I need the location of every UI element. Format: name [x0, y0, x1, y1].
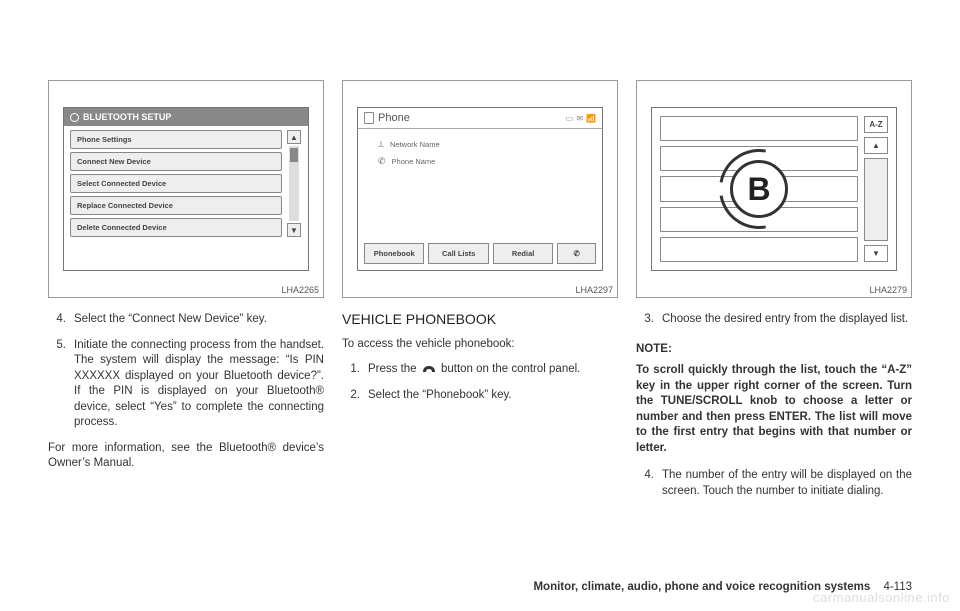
- step-2: 2. Select the “Phonebook” key.: [342, 388, 618, 404]
- scroll-up-icon: ▲: [864, 137, 888, 154]
- gear-icon: [70, 113, 79, 122]
- az-key: A-Z: [864, 116, 888, 133]
- tune-scroll-knob: B: [730, 160, 788, 218]
- bt-menu-item: Select Connected Device: [70, 174, 282, 193]
- step-3: 3. Choose the desired entry from the dis…: [636, 312, 912, 328]
- battery-icon: ▭: [566, 114, 574, 123]
- bt-menu-item: Phone Settings: [70, 130, 282, 149]
- bt-menu-item: Delete Connected Device: [70, 218, 282, 237]
- redial-button: Redial: [493, 243, 553, 264]
- scroll-down-icon: ▼: [864, 245, 888, 262]
- antenna-icon: ⟂: [378, 139, 384, 150]
- scroll-down-icon: ▼: [287, 223, 301, 237]
- step-number: 2.: [342, 388, 360, 404]
- step-text: Select the “Connect New Device” key.: [74, 312, 324, 328]
- phone-title: Phone: [378, 112, 410, 124]
- phone-button-icon: [420, 363, 438, 375]
- az-screen: B A-Z ▲ ▼: [651, 107, 897, 271]
- figure-phone: Phone ▭ ✉ 📶 ⟂ Network Name ✆ Ph: [342, 80, 618, 298]
- scroll-up-icon: ▲: [287, 130, 301, 144]
- bt-menu-item: Connect New Device: [70, 152, 282, 171]
- step-text: Press the button on the control panel.: [368, 362, 618, 378]
- step-number: 4.: [48, 312, 66, 328]
- figure-label: LHA2279: [869, 285, 907, 295]
- step-4b: 4. The number of the entry will be displ…: [636, 468, 912, 499]
- intro-text: To access the vehicle phonebook:: [342, 337, 618, 353]
- call-lists-button: Call Lists: [428, 243, 488, 264]
- call-button: ✆: [557, 243, 596, 264]
- knob-letter: B: [747, 171, 770, 208]
- step-text: Initiate the connecting process from the…: [74, 338, 324, 431]
- message-icon: ✉: [576, 114, 583, 123]
- bt-menu-item: Replace Connected Device: [70, 196, 282, 215]
- section-heading: VEHICLE PHONEBOOK: [342, 310, 618, 329]
- handset-icon: ✆: [378, 156, 386, 167]
- step-number: 4.: [636, 468, 654, 499]
- phone-screen: Phone ▭ ✉ 📶 ⟂ Network Name ✆ Ph: [357, 107, 603, 271]
- step-number: 5.: [48, 338, 66, 431]
- note-body: To scroll quickly through the list, touc…: [636, 363, 912, 456]
- step-4: 4. Select the “Connect New Device” key.: [48, 312, 324, 328]
- step-number: 3.: [636, 312, 654, 328]
- bt-screen-title: BLUETOOTH SETUP: [64, 108, 308, 126]
- figure-az-list: B A-Z ▲ ▼ LHA2279: [636, 80, 912, 298]
- figure-label: LHA2297: [575, 285, 613, 295]
- scrollbar: ▲ ▼: [286, 130, 302, 237]
- figure-bluetooth-setup: BLUETOOTH SETUP Phone Settings Connect N…: [48, 80, 324, 298]
- signal-icon: 📶: [586, 114, 596, 123]
- status-icons: ▭ ✉ 📶: [566, 114, 596, 123]
- phone-device-icon: [364, 112, 374, 124]
- step-text: The number of the entry will be displaye…: [662, 468, 912, 499]
- scrollbar-track: [864, 158, 888, 241]
- network-name-label: Network Name: [390, 140, 440, 149]
- step-5: 5. Initiate the connecting process from …: [48, 338, 324, 431]
- bt-title-text: BLUETOOTH SETUP: [83, 112, 171, 122]
- note-label: NOTE:: [636, 342, 912, 358]
- watermark: carmanualsonline.info: [813, 590, 950, 605]
- figure-label: LHA2265: [281, 285, 319, 295]
- step-1: 1. Press the button on the control panel…: [342, 362, 618, 378]
- bt-screen: BLUETOOTH SETUP Phone Settings Connect N…: [63, 107, 309, 271]
- phonebook-button: Phonebook: [364, 243, 424, 264]
- list-row: [660, 237, 858, 262]
- step-text: Select the “Phonebook” key.: [368, 388, 618, 404]
- list-row: [660, 116, 858, 141]
- step-number: 1.: [342, 362, 360, 378]
- phone-name-label: Phone Name: [392, 157, 436, 166]
- step-text: Choose the desired entry from the displa…: [662, 312, 912, 328]
- paragraph: For more information, see the Bluetooth®…: [48, 441, 324, 472]
